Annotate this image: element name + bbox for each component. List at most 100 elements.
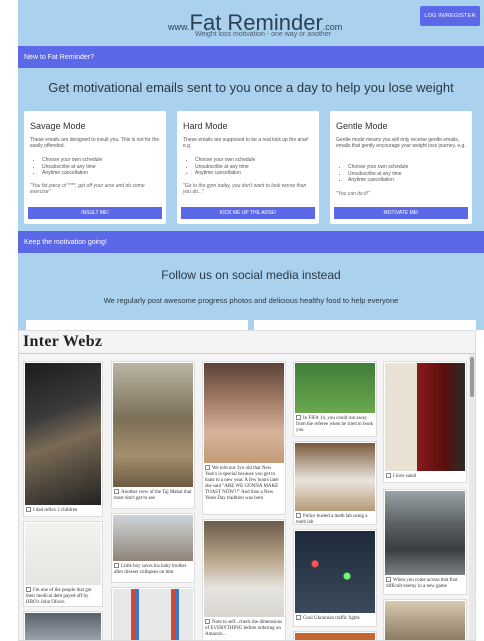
social-embed-left[interactable] (26, 320, 248, 330)
post-caption-text: In FIFA 14, you could run away from the … (296, 416, 374, 433)
post-caption-text: Note to self...check the dimensions of E… (205, 620, 283, 637)
post-card[interactable]: Another view of the Taj Mahal that most … (111, 361, 195, 509)
card-title: Gentle Mode (336, 121, 388, 131)
post-card[interactable] (293, 631, 377, 640)
widget-scroll-thumb[interactable] (470, 357, 474, 397)
post-card[interactable] (383, 599, 467, 640)
card-feature-list: Choose your own schedule Unsubscribe at … (348, 164, 468, 184)
social-headline: Follow us on social media instead (161, 268, 341, 282)
widget-divider (19, 353, 475, 354)
post-image (113, 589, 193, 640)
image-post-icon (26, 587, 31, 592)
post-card[interactable]: In FIFA 14, you could run away from the … (293, 361, 377, 437)
card-title: Savage Mode (30, 121, 86, 131)
card-feature: Anytime cancellation (42, 170, 162, 177)
intro-band: New to Fat Reminder? (18, 46, 484, 68)
post-caption-text: I'm one of the people that got their med… (26, 588, 92, 605)
widget-scrollbar[interactable] (469, 354, 475, 640)
hard-mode-card: Hard Mode These emails are supposed to b… (177, 111, 319, 224)
post-image (204, 521, 284, 617)
card-description: Gentle mode means you will only receive … (336, 137, 466, 150)
post-image (113, 363, 193, 487)
image-post-icon (296, 415, 301, 420)
post-image (295, 531, 375, 613)
card-quote: "Go to the gym today, you don't want to … (183, 183, 307, 196)
post-image (25, 363, 101, 505)
card-feature: Anytime cancellation (348, 177, 468, 184)
gentle-mode-card: Gentle Mode Gentle mode means you will o… (330, 111, 472, 224)
post-image (113, 515, 193, 561)
post-card[interactable]: Cool Ukrainian traffic lights (293, 529, 377, 627)
image-post-icon (26, 507, 31, 512)
motivate-me-button[interactable]: MOTIVATE ME! (334, 207, 468, 219)
login-register-button[interactable]: LOG IN/REGISTER (420, 6, 480, 26)
card-quote: "You fat piece of ****, get off your ars… (30, 183, 145, 196)
card-description: These emails are supposed to be a real k… (183, 137, 309, 150)
post-caption-text: I love satail (393, 474, 417, 479)
post-image (295, 633, 375, 640)
post-caption: When you come across that first difficul… (386, 577, 464, 590)
post-image (295, 443, 375, 511)
image-post-icon (205, 465, 210, 470)
card-feature-list: Choose your own schedule Unsubscribe at … (195, 157, 315, 177)
post-caption-text: We told our 3yo old that New Year's is s… (205, 466, 280, 501)
post-card[interactable]: I'm one of the people that got their med… (23, 521, 103, 607)
image-post-icon (114, 489, 119, 494)
card-quote: "You can do it!" (336, 191, 370, 197)
post-image (385, 491, 465, 575)
image-post-icon (205, 619, 210, 624)
post-caption: Note to self...check the dimensions of E… (205, 619, 283, 638)
post-image (204, 363, 284, 463)
post-card[interactable]: I dad reflex 2 children (23, 361, 103, 517)
post-image (25, 523, 101, 585)
post-caption: I'm one of the people that got their med… (26, 587, 100, 606)
post-card[interactable]: I love satail (383, 361, 467, 483)
post-caption-text: When you come across that first difficul… (386, 578, 458, 589)
post-caption: Little boy saves his baby brother after … (114, 563, 192, 576)
post-caption: I dad reflex 2 children (26, 507, 100, 514)
post-card[interactable]: When you come across that first difficul… (383, 489, 467, 595)
post-image (295, 363, 375, 413)
intro-headline: Get motivational emails sent to you once… (48, 80, 454, 95)
post-card[interactable]: Police busted a meth lab using a meth la… (293, 441, 377, 525)
site-header: www.Fat Reminder.com Weight loss motivat… (18, 0, 484, 46)
image-post-icon (386, 577, 391, 582)
post-caption: I love satail (386, 473, 464, 480)
social-subline: We regularly post awesome progress photo… (103, 296, 399, 305)
post-card[interactable] (23, 611, 103, 640)
post-image (25, 613, 101, 640)
social-embed-right[interactable] (254, 320, 476, 330)
image-post-icon (114, 563, 119, 568)
post-caption-text: Police busted a meth lab using a meth la… (296, 514, 368, 525)
insult-me-button[interactable]: INSULT ME! (28, 207, 162, 219)
savage-mode-card: Savage Mode These emails are designed to… (24, 111, 166, 224)
post-caption: Another view of the Taj Mahal that most … (114, 489, 192, 502)
post-caption-text: Little boy saves his baby brother after … (114, 564, 187, 575)
image-post-icon (296, 615, 301, 620)
card-title: Hard Mode (183, 121, 228, 131)
image-post-icon (296, 513, 301, 518)
post-caption-text: Another view of the Taj Mahal that most … (114, 490, 192, 501)
post-image (385, 601, 465, 640)
inter-webz-widget: Inter Webz I dad reflex 2 children I'm o… (18, 330, 476, 641)
post-caption: In FIFA 14, you could run away from the … (296, 415, 374, 434)
card-feature: Anytime cancellation (195, 170, 315, 177)
post-caption: Police busted a meth lab using a meth la… (296, 513, 374, 526)
post-image (385, 363, 465, 471)
post-card[interactable]: We told our 3yo old that New Year's is s… (202, 361, 286, 515)
post-caption-text: I dad reflex 2 children (33, 508, 78, 513)
kick-me-button[interactable]: KICK ME UP THE ARSE! (181, 207, 315, 219)
card-feature-list: Choose your own schedule Unsubscribe at … (42, 157, 162, 177)
post-card[interactable]: Little boy saves his baby brother after … (111, 513, 195, 583)
post-card[interactable]: Note to self...check the dimensions of E… (202, 519, 286, 640)
post-caption: We told our 3yo old that New Year's is s… (205, 465, 283, 502)
social-band: Keep the motivation going! (18, 231, 484, 253)
image-post-icon (386, 473, 391, 478)
logo-prefix: www. (168, 22, 190, 32)
post-caption-text: Cool Ukrainian traffic lights (303, 616, 360, 621)
card-description: These emails are designed to insult you.… (30, 137, 160, 150)
post-caption: Cool Ukrainian traffic lights (296, 615, 374, 622)
widget-title: Inter Webz (23, 333, 103, 350)
post-card[interactable] (111, 587, 195, 640)
site-tagline: Weight loss motivation - one way or anot… (195, 31, 332, 38)
